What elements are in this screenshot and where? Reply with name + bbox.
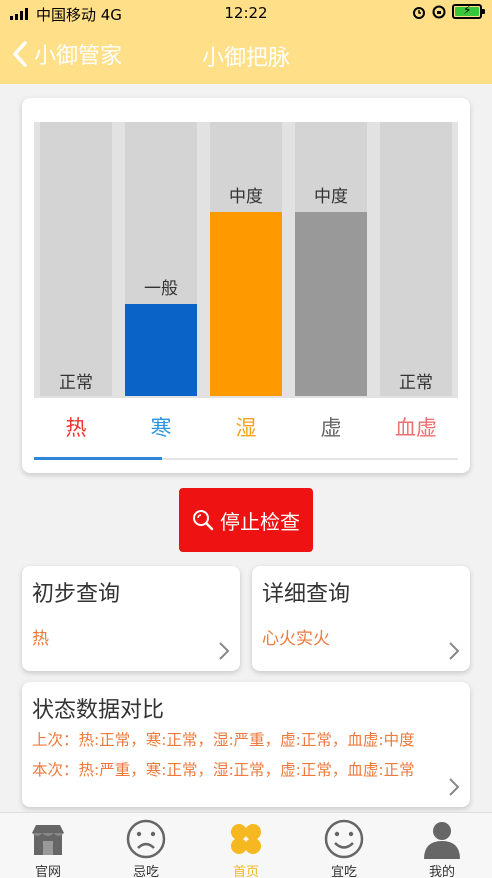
- tab-label: 官网: [34, 865, 61, 878]
- tab-mine[interactable]: 我的: [402, 819, 482, 878]
- bar-column: 正常: [380, 122, 452, 396]
- bar: [210, 212, 282, 396]
- detailed-query-title: 详细查询: [262, 582, 351, 607]
- bar-level-label: 正常: [399, 373, 433, 393]
- shop-icon: [32, 825, 64, 855]
- category-tabs: 热寒湿虚血虚: [34, 406, 458, 446]
- magnifier-icon: [193, 510, 214, 531]
- tab-home[interactable]: 首页: [206, 819, 286, 878]
- pulse-chart-card: 正常 一般 中度 中度正常 热寒湿虚血虚: [22, 98, 470, 473]
- bar-chart: 正常 一般 中度 中度正常: [34, 122, 458, 398]
- chevron-right-icon: [219, 642, 230, 660]
- rotation-lock-icon: [432, 5, 446, 18]
- bar-level-label: 中度: [314, 187, 348, 207]
- tab-track: [34, 457, 458, 460]
- compare-title: 状态数据对比: [32, 698, 165, 723]
- bar: [125, 304, 197, 396]
- category-tab[interactable]: 寒: [125, 412, 197, 442]
- tab-label: 首页: [232, 865, 259, 878]
- bar-level-label: 正常: [59, 373, 93, 393]
- preliminary-query-value: 热: [32, 629, 49, 649]
- tab-indicator: [34, 457, 162, 460]
- clover-icon: [231, 824, 261, 854]
- sad-face-icon: [126, 819, 166, 859]
- nav-header: 小御管家 小御把脉: [0, 26, 492, 84]
- category-tab[interactable]: 湿: [210, 412, 282, 442]
- status-compare-card[interactable]: 状态数据对比 上次：热:正常，寒:正常，湿:严重，虚:正常，血虚:中度 本次：热…: [22, 682, 470, 807]
- status-bar: 中国移动 4G 12:22 ⚡: [0, 0, 492, 26]
- happy-face-icon: [324, 819, 364, 859]
- tab-label: 我的: [428, 865, 455, 878]
- detailed-query-card[interactable]: 详细查询 心火实火: [252, 566, 470, 671]
- tab-label: 忌吃: [132, 865, 159, 878]
- bottom-tab-bar: 官网 忌吃 首页 宜吃 我的: [0, 812, 492, 878]
- chevron-right-icon: [449, 778, 460, 796]
- stop-check-label: 停止检查: [220, 509, 300, 534]
- bar-level-label: 中度: [229, 187, 263, 207]
- page-title: 小御把脉: [201, 46, 290, 71]
- bar-column: 正常: [40, 122, 112, 396]
- category-tab[interactable]: 虚: [295, 412, 367, 442]
- chevron-right-icon: [449, 642, 460, 660]
- category-tab[interactable]: 热: [40, 412, 112, 442]
- bar: [295, 212, 367, 396]
- user-icon: [424, 822, 460, 859]
- preliminary-query-title: 初步查询: [32, 582, 121, 607]
- battery-icon: ⚡: [452, 3, 485, 19]
- preliminary-query-card[interactable]: 初步查询 热: [22, 566, 240, 671]
- category-tab[interactable]: 血虚: [380, 412, 452, 442]
- tab-label: 宜吃: [330, 865, 357, 878]
- stop-check-button[interactable]: 停止检查: [179, 488, 313, 552]
- bar-column: 一般: [125, 122, 197, 396]
- bar-column: 中度: [210, 122, 282, 396]
- alarm-icon: [413, 6, 425, 19]
- tab-avoid-food[interactable]: 忌吃: [106, 819, 186, 878]
- tab-official-site[interactable]: 官网: [8, 819, 88, 878]
- bar-column: 中度: [295, 122, 367, 396]
- bar-level-label: 一般: [144, 279, 178, 299]
- detailed-query-value: 心火实火: [262, 629, 330, 649]
- tab-suitable-food[interactable]: 宜吃: [304, 819, 384, 878]
- compare-last: 上次：热:正常，寒:正常，湿:严重，虚:正常，血虚:中度: [32, 731, 415, 749]
- compare-current: 本次：热:严重，寒:正常，湿:正常，虚:正常，血虚:正常: [32, 761, 415, 779]
